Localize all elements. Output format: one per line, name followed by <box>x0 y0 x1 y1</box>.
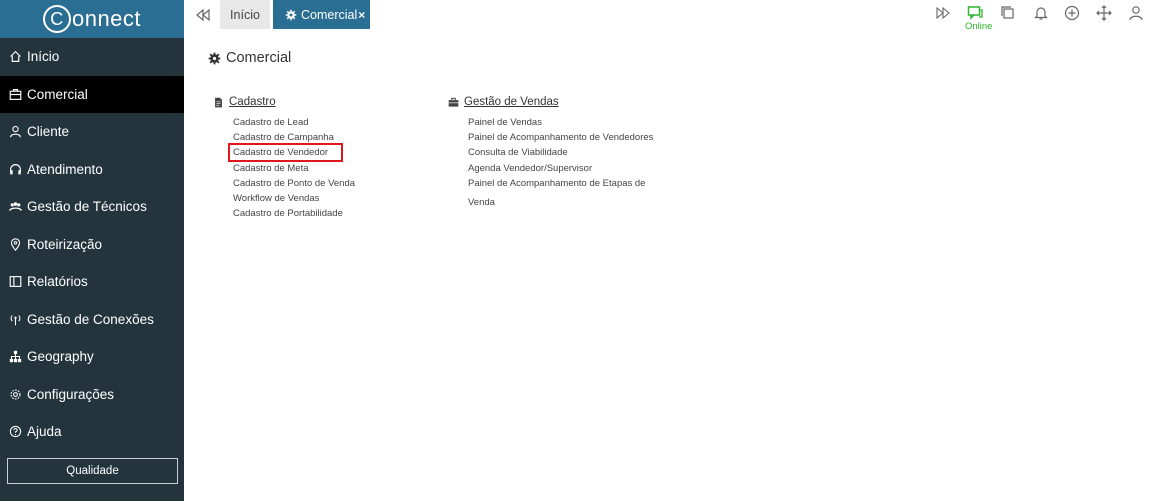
sidebar-item-relatorios[interactable]: Relatórios <box>0 263 184 301</box>
sidebar-item-ajuda[interactable]: Ajuda <box>0 413 184 451</box>
sidebar-item-label: Comercial <box>27 86 88 102</box>
section-heading-text: Gestão de Vendas <box>464 96 559 108</box>
page-title-text: Comercial <box>226 50 292 66</box>
close-tab-icon[interactable]: × <box>358 8 365 22</box>
sidebar-item-label: Geography <box>27 349 94 365</box>
sidebar-item-label: Ajuda <box>27 424 62 440</box>
sidebar-item-atendimento[interactable]: Atendimento <box>0 151 184 189</box>
document-icon <box>215 97 222 107</box>
link-agenda-vendedor-supervisor[interactable]: Agenda Vendedor/Supervisor <box>468 163 592 174</box>
sidebar-item-comercial[interactable]: Comercial <box>0 75 184 113</box>
settings-gear-icon <box>8 387 22 401</box>
sidebar-item-cliente[interactable]: Cliente <box>0 113 184 151</box>
logo-bar: C onnect <box>0 0 184 38</box>
bell-icon[interactable] <box>1033 5 1051 23</box>
briefcase-icon <box>8 87 22 101</box>
link-painel-acompanhamento-etapas-cont[interactable]: Venda <box>468 197 495 208</box>
sidebar-item-configuracoes[interactable]: Configurações <box>0 376 184 414</box>
sidebar-item-label: Gestão de Técnicos <box>27 199 147 215</box>
briefcase-icon <box>448 97 459 107</box>
gear-icon <box>285 9 297 20</box>
sidebar-item-label: Atendimento <box>27 161 103 177</box>
sidebar-item-label: Início <box>27 49 60 65</box>
sidebar-item-label: Roteirização <box>27 236 103 252</box>
sidebar-item-label: Gestão de Conexões <box>27 311 154 327</box>
logo-letter: C <box>42 5 71 33</box>
gear-icon <box>208 52 221 64</box>
collapse-sidebar-icon[interactable] <box>194 6 212 24</box>
user-icon <box>8 125 22 139</box>
sitemap-icon <box>8 350 22 364</box>
logo-text: onnect <box>71 6 142 31</box>
sidebar-item-gestao-tecnicos[interactable]: Gestão de Técnicos <box>0 188 184 226</box>
connect-logo[interactable]: C onnect <box>42 5 142 33</box>
highlight-box <box>228 143 343 162</box>
sidebar-item-gestao-conexoes[interactable]: Gestão de Conexões <box>0 301 184 339</box>
tab-comercial[interactable]: Comercial × <box>273 0 370 29</box>
online-status-label: Online <box>965 21 993 32</box>
tab-comercial-label: Comercial <box>301 7 358 22</box>
sidebar-item-geography[interactable]: Geography <box>0 338 184 376</box>
section-heading-text: Cadastro <box>229 96 276 108</box>
home-icon <box>8 50 22 64</box>
sidebar-item-label: Relatórios <box>27 274 88 290</box>
link-painel-acompanhamento-vendedores[interactable]: Painel de Acompanhamento de Vendedores <box>468 132 653 143</box>
antenna-icon <box>8 312 22 326</box>
page-title: Comercial <box>208 50 291 66</box>
tab-inicio[interactable]: Início <box>220 0 270 29</box>
move-arrows-icon[interactable] <box>1096 5 1114 23</box>
link-cadastro-portabilidade[interactable]: Cadastro de Portabilidade <box>233 208 343 219</box>
link-workflow-vendas[interactable]: Workflow de Vendas <box>233 193 319 204</box>
team-icon <box>8 200 22 214</box>
link-cadastro-campanha[interactable]: Cadastro de Campanha <box>233 132 334 143</box>
headset-icon <box>8 162 22 176</box>
sidebar-item-inicio[interactable]: Início <box>0 38 184 76</box>
qualidade-button[interactable]: Qualidade <box>7 458 178 484</box>
user-profile-icon[interactable] <box>1128 5 1146 23</box>
link-painel-vendas[interactable]: Painel de Vendas <box>468 117 542 128</box>
sidebar-item-label: Cliente <box>27 124 70 140</box>
link-cadastro-meta[interactable]: Cadastro de Meta <box>233 163 309 174</box>
link-painel-acompanhamento-etapas[interactable]: Painel de Acompanhamento de Etapas de <box>468 178 645 189</box>
sidebar-item-label: Configurações <box>27 386 115 402</box>
location-pin-icon <box>8 237 22 251</box>
sidebar: C onnect Início Comercial Cliente Atendi… <box>0 0 184 501</box>
link-consulta-viabilidade[interactable]: Consulta de Viabilidade <box>468 147 568 158</box>
sidebar-item-roteirizacao[interactable]: Roteirização <box>0 226 184 264</box>
forward-icon[interactable] <box>935 5 953 23</box>
reports-icon <box>8 275 22 289</box>
section-cadastro-heading[interactable]: Cadastro <box>213 96 276 108</box>
copy-window-icon[interactable] <box>1000 5 1018 23</box>
help-circle-icon <box>8 425 22 439</box>
section-gestao-vendas-heading[interactable]: Gestão de Vendas <box>448 96 559 108</box>
add-circle-icon[interactable] <box>1064 5 1082 23</box>
link-cadastro-lead[interactable]: Cadastro de Lead <box>233 117 309 128</box>
sidebar-nav: Início Comercial Cliente Atendimento Ges… <box>0 38 184 451</box>
link-cadastro-ponto-venda[interactable]: Cadastro de Ponto de Venda <box>233 178 355 189</box>
